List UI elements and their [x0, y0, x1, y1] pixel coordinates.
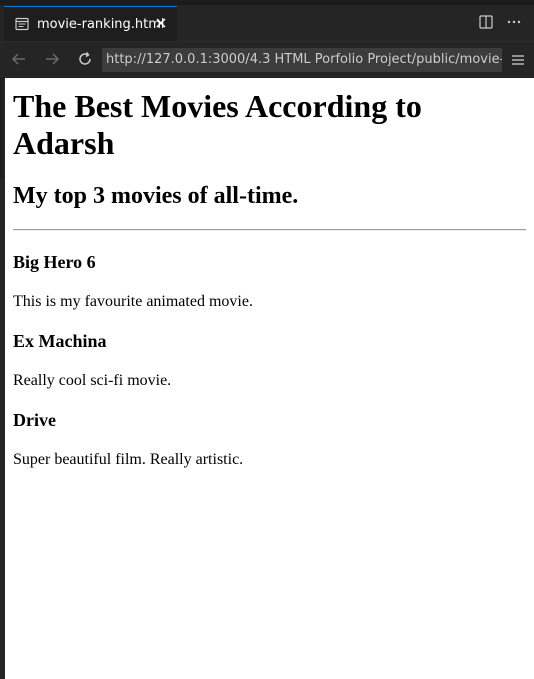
tab-bar: movie-ranking.html [0, 0, 534, 41]
movie-title: Ex Machina [13, 331, 107, 351]
more-actions-icon[interactable] [506, 14, 522, 30]
split-editor-icon[interactable] [478, 14, 494, 30]
page-subtitle: My top 3 movies of all-time. [13, 183, 299, 209]
tab-actions [478, 14, 522, 30]
browser-preview-window: movie-ranking.html http://127.0.0.1:3000… [0, 0, 534, 679]
close-icon[interactable] [154, 16, 168, 30]
movie-description: Really cool sci-fi movie. [13, 372, 172, 389]
back-arrow-icon[interactable] [11, 51, 27, 67]
page-content: The Best Movies According to Adarsh My t… [5, 78, 534, 679]
menu-icon[interactable] [511, 52, 525, 66]
url-input[interactable]: http://127.0.0.1:3000/4.3 HTML Porfolio … [102, 48, 502, 72]
address-toolbar: http://127.0.0.1:3000/4.3 HTML Porfolio … [0, 41, 534, 77]
forward-arrow-icon[interactable] [44, 51, 60, 67]
browser-preview-icon [15, 17, 29, 31]
movie-description: This is my favourite animated movie. [13, 293, 253, 310]
divider [13, 229, 526, 231]
movie-title: Drive [13, 410, 56, 430]
reload-icon[interactable] [77, 51, 93, 67]
movie-description: Super beautiful film. Really artistic. [13, 451, 244, 468]
movie-item: Big Hero 6 This is my favourite animated… [13, 252, 526, 311]
movie-item: Drive Super beautiful film. Really artis… [13, 410, 526, 469]
movie-title: Big Hero 6 [13, 252, 96, 272]
tab-label: movie-ranking.html [37, 16, 165, 32]
tab-movie-ranking[interactable]: movie-ranking.html [4, 6, 177, 41]
page-title: The Best Movies According to Adarsh [13, 88, 422, 161]
movie-item: Ex Machina Really cool sci-fi movie. [13, 331, 526, 390]
